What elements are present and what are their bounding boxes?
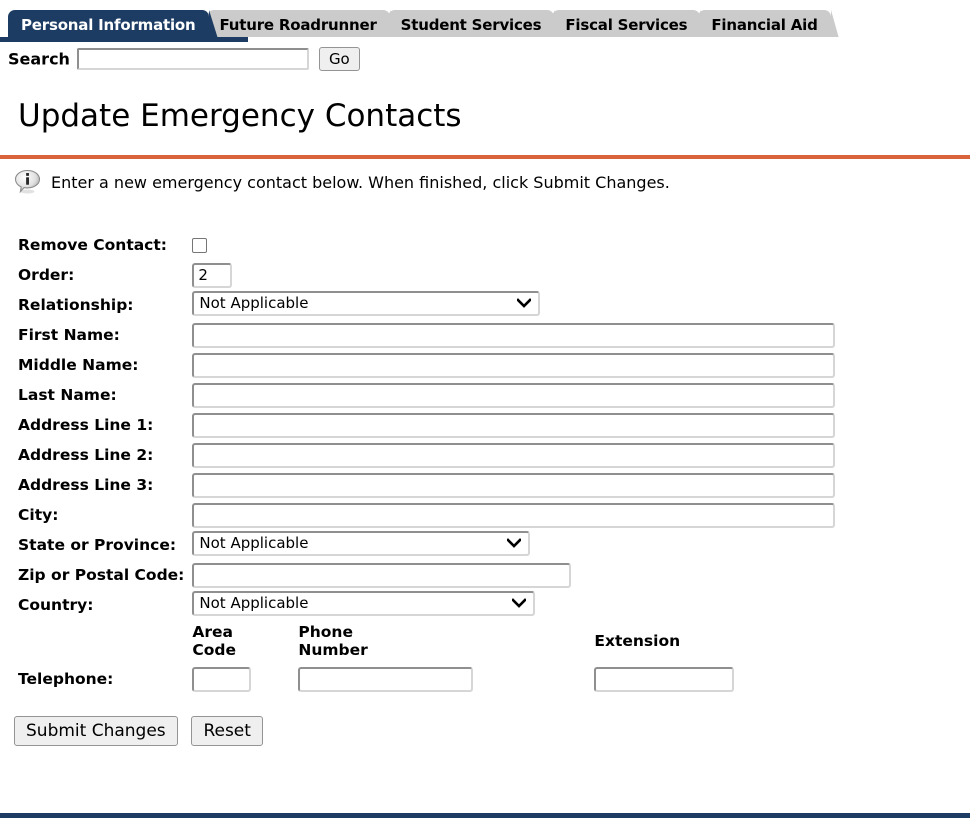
state-label: State or Province: — [18, 536, 177, 555]
chevron-down-icon — [517, 293, 532, 314]
search-go-button[interactable]: Go — [318, 47, 360, 71]
first-name-label: First Name: — [18, 326, 120, 345]
form-row-address-line-1: Address Line 1: — [18, 410, 836, 440]
relationship-selected-value: Not Applicable — [199, 293, 309, 312]
reset-button[interactable]: Reset — [191, 716, 263, 747]
chevron-down-icon — [507, 533, 522, 554]
tab-label: Personal Information — [21, 16, 196, 34]
main-tab-bar: Personal Information Future Roadrunner S… — [0, 0, 970, 42]
state-select[interactable]: Not Applicable — [192, 530, 531, 556]
order-label: Order: — [18, 266, 75, 285]
address-line-3-label: Address Line 3: — [18, 476, 154, 495]
form-row-state: State or Province: Not Applicable — [18, 530, 835, 560]
tab-label: Student Services — [400, 16, 542, 34]
phone-number-header-line1: Phone — [298, 623, 353, 642]
form-row-telephone: Telephone: — [18, 662, 835, 696]
telephone-label: Telephone: — [18, 670, 114, 689]
search-label: Search — [8, 49, 70, 69]
area-code-header-line2: Code — [192, 641, 237, 660]
relationship-select[interactable]: Not Applicable — [192, 290, 541, 316]
submit-changes-button[interactable]: Submit Changes — [14, 716, 178, 747]
address-line-1-label: Address Line 1: — [18, 416, 154, 435]
form-row-last-name: Last Name: — [18, 380, 836, 410]
tab-label: Financial Aid — [711, 16, 818, 34]
state-selected-value: Not Applicable — [199, 533, 309, 552]
form-row-city: City: — [18, 500, 836, 530]
info-bubble-icon — [14, 168, 42, 196]
tab-personal-information[interactable]: Personal Information — [8, 10, 218, 42]
country-selected-value: Not Applicable — [199, 593, 309, 612]
page-title: Update Emergency Contacts — [18, 98, 462, 134]
relationship-label: Relationship: — [18, 296, 134, 315]
footer-navy-divider — [0, 813, 970, 818]
address-line-2-label: Address Line 2: — [18, 446, 154, 465]
city-input[interactable] — [192, 502, 836, 528]
form-row-remove-contact: Remove Contact: — [18, 230, 835, 260]
tab-label: Fiscal Services — [565, 16, 688, 34]
city-label: City: — [18, 506, 59, 525]
form-row-order: Order: — [18, 260, 835, 290]
address-line-3-input[interactable] — [192, 472, 836, 498]
phone-number-header: Phone Number — [298, 623, 594, 659]
order-input[interactable] — [192, 262, 233, 288]
search-input[interactable] — [76, 48, 309, 70]
telephone-number-input[interactable] — [298, 666, 474, 692]
form-row-address-line-3: Address Line 3: — [18, 470, 836, 500]
form-row-middle-name: Middle Name: — [18, 350, 836, 380]
middle-name-input[interactable] — [192, 352, 836, 378]
form-row-telephone-headers: Area Code Phone Number Extension — [18, 620, 835, 662]
search-row: Search Go — [0, 42, 970, 77]
area-code-header: Area Code — [192, 623, 298, 659]
info-message-block: Enter a new emergency contact below. Whe… — [14, 168, 970, 196]
remove-contact-label: Remove Contact: — [18, 236, 167, 255]
phone-number-header-line2: Number — [298, 641, 368, 660]
extension-header: Extension — [594, 632, 681, 651]
info-message-text: Enter a new emergency contact below. Whe… — [51, 172, 670, 192]
address-line-2-input[interactable] — [192, 442, 836, 468]
form-row-zip: Zip or Postal Code: — [18, 560, 835, 590]
telephone-area-code-input[interactable] — [192, 666, 252, 692]
middle-name-label: Middle Name: — [18, 356, 139, 375]
orange-divider — [0, 155, 970, 160]
emergency-contact-form: Remove Contact: Order: Relationship: Not… — [18, 230, 836, 696]
area-code-header-line1: Area — [192, 623, 234, 642]
address-line-1-input[interactable] — [192, 412, 836, 438]
tab-label: Future Roadrunner — [219, 16, 377, 34]
last-name-input[interactable] — [192, 382, 836, 408]
form-button-row: Submit Changes Reset — [14, 716, 970, 747]
form-row-country: Country: Not Applicable — [18, 590, 835, 620]
zip-input[interactable] — [192, 562, 572, 588]
form-row-address-line-2: Address Line 2: — [18, 440, 836, 470]
telephone-extension-input[interactable] — [594, 666, 735, 692]
tab-bar-underline-rest — [248, 37, 970, 42]
zip-label: Zip or Postal Code: — [18, 566, 185, 585]
form-row-relationship: Relationship: Not Applicable — [18, 290, 835, 320]
form-row-first-name: First Name: — [18, 320, 836, 350]
chevron-down-icon — [512, 593, 527, 614]
last-name-label: Last Name: — [18, 386, 117, 405]
remove-contact-checkbox[interactable] — [192, 238, 208, 254]
first-name-input[interactable] — [192, 322, 836, 348]
country-select[interactable]: Not Applicable — [192, 590, 536, 616]
country-label: Country: — [18, 596, 94, 615]
